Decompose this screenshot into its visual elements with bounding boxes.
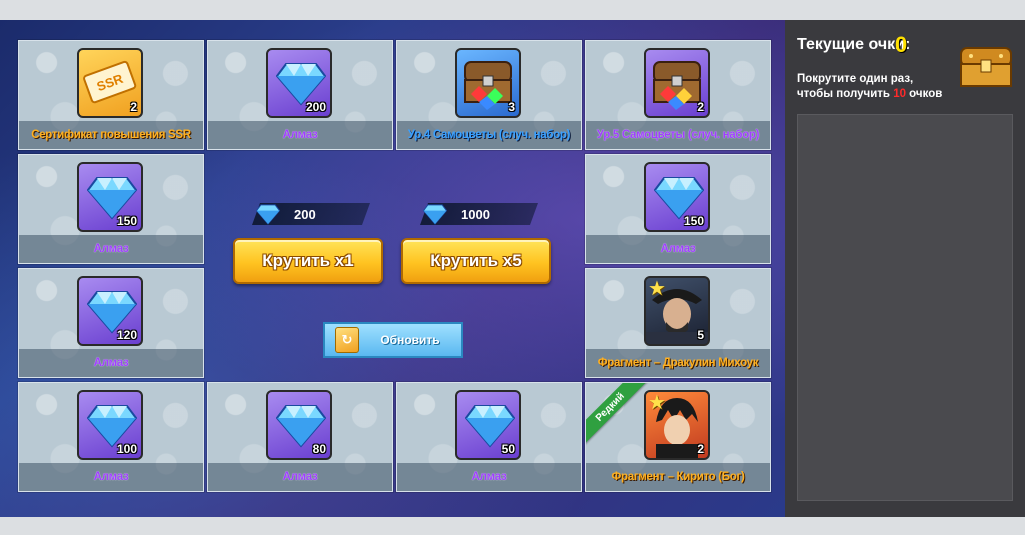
item-label: Ур.5 Самоцветы (случ. набор) bbox=[586, 121, 770, 149]
item-quantity: 2 bbox=[697, 442, 704, 456]
character-portrait-icon: ★ 2 bbox=[644, 390, 710, 460]
refresh-ticket-icon: ↻ bbox=[335, 327, 359, 353]
refresh-label: Обновить bbox=[380, 333, 440, 347]
rewards-panel bbox=[797, 114, 1013, 501]
spin-x1-button[interactable]: Крутить x1 bbox=[233, 238, 383, 284]
lottery-board: SSR 2 Сертификат повышения SSR 200 Алмаз… bbox=[0, 20, 785, 517]
gem-chest-icon: 2 bbox=[644, 48, 710, 118]
item-quantity: 5 bbox=[697, 328, 704, 342]
item-label: Алмаз bbox=[397, 463, 581, 491]
item-label: Алмаз bbox=[19, 349, 203, 377]
item-quantity: 100 bbox=[116, 442, 137, 456]
treasure-chest-icon[interactable] bbox=[957, 42, 1015, 88]
item-label: Ур.4 Самоцветы (случ. набор) bbox=[397, 121, 581, 149]
prize-card-diamond[interactable]: 100 Алмаз bbox=[18, 382, 204, 492]
prize-card-diamond[interactable]: 150 Алмаз bbox=[18, 154, 204, 264]
score-hint: Покрутите один раз, чтобы получить 10 оч… bbox=[797, 72, 947, 102]
prize-card-gem-chest-lv4[interactable]: 3 Ур.4 Самоцветы (случ. набор) bbox=[396, 40, 582, 150]
prize-card-ssr-certificate[interactable]: SSR 2 Сертификат повышения SSR bbox=[18, 40, 204, 150]
hint-text-after: очков bbox=[905, 88, 943, 100]
rare-ribbon: Редкий bbox=[586, 383, 652, 449]
item-label: Алмаз bbox=[19, 463, 203, 491]
item-label: Сертификат повышения SSR bbox=[19, 121, 203, 149]
hint-points: 10 bbox=[893, 88, 906, 100]
prize-card-diamond[interactable]: 80 Алмаз bbox=[207, 382, 393, 492]
item-label: Фрагмент – Дракулин Михоук bbox=[586, 349, 770, 377]
diamond-icon: 200 bbox=[266, 48, 332, 118]
prize-card-diamond[interactable]: 50 Алмаз bbox=[396, 382, 582, 492]
cost-x1: 200 bbox=[252, 203, 316, 225]
diamond-icon: 80 bbox=[266, 390, 332, 460]
diamond-icon bbox=[422, 204, 448, 225]
item-quantity: 150 bbox=[116, 214, 137, 228]
character-portrait-icon: ★ 5 bbox=[644, 276, 710, 346]
item-quantity: 120 bbox=[116, 328, 137, 342]
diamond-icon: 100 bbox=[77, 390, 143, 460]
item-quantity: 80 bbox=[312, 442, 326, 456]
item-quantity: 150 bbox=[683, 214, 704, 228]
star-icon: ★ bbox=[648, 390, 666, 414]
item-label: Фрагмент – Кирито (Бог) bbox=[586, 463, 770, 491]
item-quantity: 200 bbox=[305, 100, 326, 114]
item-quantity: 2 bbox=[130, 100, 137, 114]
item-quantity: 2 bbox=[697, 100, 704, 114]
gem-chest-icon: 3 bbox=[455, 48, 521, 118]
cost-value: 200 bbox=[294, 206, 316, 222]
item-label: Алмаз bbox=[208, 463, 392, 491]
spin-x5-button[interactable]: Крутить x5 bbox=[401, 238, 551, 284]
diamond-icon: 150 bbox=[644, 162, 710, 232]
score-sidebar: Текущие очки: 0 Покрутите один раз, чтоб… bbox=[785, 20, 1025, 517]
prize-card-character-fragment[interactable]: ★ 5 Фрагмент – Дракулин Михоук bbox=[585, 268, 771, 378]
item-quantity: 50 bbox=[501, 442, 515, 456]
item-quantity: 3 bbox=[508, 100, 515, 114]
prize-card-diamond[interactable]: 150 Алмаз bbox=[585, 154, 771, 264]
diamond-icon bbox=[255, 204, 281, 225]
score-value: 0 bbox=[895, 32, 908, 57]
prize-card-diamond[interactable]: 200 Алмаз bbox=[207, 40, 393, 150]
diamond-icon: 120 bbox=[77, 276, 143, 346]
prize-card-diamond[interactable]: 120 Алмаз bbox=[18, 268, 204, 378]
item-label: Алмаз bbox=[19, 235, 203, 263]
ssr-ticket-icon: SSR 2 bbox=[77, 48, 143, 118]
diamond-icon: 50 bbox=[455, 390, 521, 460]
score-title: Текущие очки: bbox=[797, 36, 911, 53]
item-label: Алмаз bbox=[586, 235, 770, 263]
cost-value: 1000 bbox=[461, 206, 490, 222]
star-icon: ★ bbox=[648, 276, 666, 300]
diamond-icon: 150 bbox=[77, 162, 143, 232]
cost-x5: 1000 bbox=[419, 203, 490, 225]
item-label: Алмаз bbox=[208, 121, 392, 149]
prize-card-gem-chest-lv5[interactable]: 2 Ур.5 Самоцветы (случ. набор) bbox=[585, 40, 771, 150]
refresh-button[interactable]: ↻ Обновить bbox=[323, 322, 463, 358]
prize-card-character-fragment[interactable]: Редкий ★ 2 Фрагмент – Кирито (Бог) bbox=[585, 382, 771, 492]
